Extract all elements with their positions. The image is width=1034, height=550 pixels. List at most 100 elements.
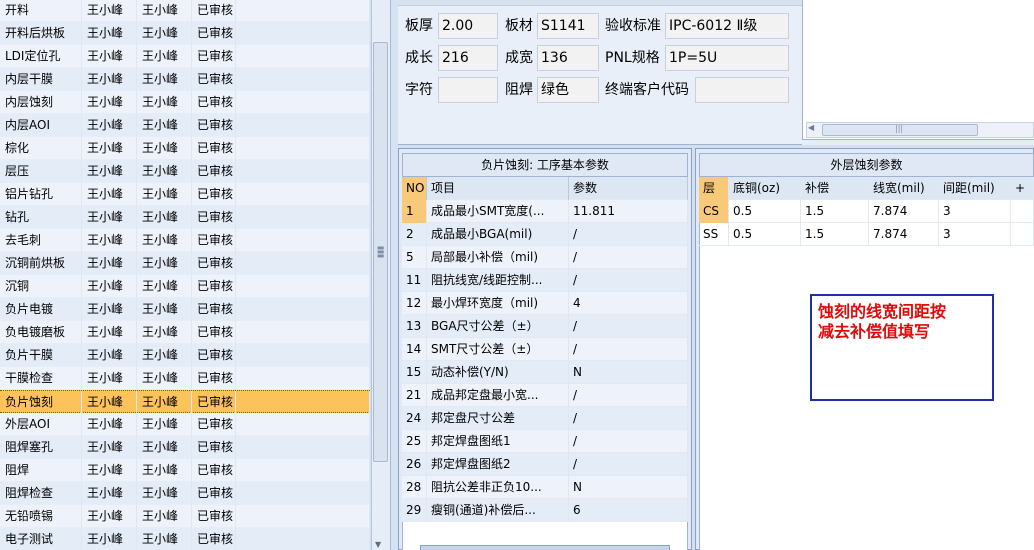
process-empty-cell[interactable] [236,160,370,183]
process-name-cell[interactable]: 层压 [0,160,82,183]
process-user-2-cell[interactable]: 王小峰 [137,367,192,390]
param-item-cell[interactable]: SMT尺寸公差（±） [427,338,569,361]
header-value[interactable]: 参数 [569,177,688,200]
process-row[interactable]: 阻焊检查 王小峰 王小峰 已审核 [0,482,370,505]
param-row[interactable]: 5 局部最小补偿（mil) / [402,246,688,269]
add-column-icon[interactable]: + [1011,177,1034,200]
param-no-cell[interactable]: 15 [402,361,427,384]
process-status-cell[interactable]: 已审核 [192,298,236,321]
etch-line-width-cell[interactable]: 7.874 [869,200,939,223]
process-user-1-cell[interactable]: 王小峰 [82,436,137,459]
material-field[interactable]: S1141 [537,13,599,39]
process-user-1-cell[interactable]: 王小峰 [82,114,137,137]
process-row[interactable]: 电子测试 王小峰 王小峰 已审核 [0,528,370,550]
process-status-cell[interactable]: 已审核 [192,183,236,206]
process-row[interactable]: 开料 王小峰 王小峰 已审核 [0,0,370,22]
process-status-cell[interactable]: 已审核 [192,367,236,390]
param-value-cell[interactable]: / [569,453,688,476]
process-status-cell[interactable]: 已审核 [192,275,236,298]
process-name-cell[interactable]: 阻焊检查 [0,482,82,505]
process-row[interactable]: 负片电镀 王小峰 王小峰 已审核 [0,298,370,321]
param-no-cell[interactable]: 25 [402,430,427,453]
process-status-cell[interactable]: 已审核 [192,206,236,229]
param-row[interactable]: 12 最小焊环宽度（mil) 4 [402,292,688,315]
process-user-2-cell[interactable]: 王小峰 [137,275,192,298]
process-user-1-cell[interactable]: 王小峰 [82,367,137,390]
process-params-hscroll[interactable] [420,545,670,550]
process-name-cell[interactable]: 钻孔 [0,206,82,229]
header-layer[interactable]: 层 [699,177,729,200]
standard-field[interactable]: IPC-6012 Ⅱ级 [665,13,789,39]
process-empty-cell[interactable] [236,298,370,321]
process-user-2-cell[interactable]: 王小峰 [137,252,192,275]
param-row[interactable]: 14 SMT尺寸公差（±） / [402,338,688,361]
process-status-cell[interactable]: 已审核 [192,45,236,68]
param-value-cell[interactable]: / [569,384,688,407]
param-value-cell[interactable]: N [569,476,688,499]
param-item-cell[interactable]: 邦定盘尺寸公差 [427,407,569,430]
process-row[interactable]: 阻焊 王小峰 王小峰 已审核 [0,459,370,482]
param-row[interactable]: 13 BGA尺寸公差（±） / [402,315,688,338]
process-user-2-cell[interactable]: 王小峰 [137,482,192,505]
process-status-cell[interactable]: 已审核 [192,68,236,91]
param-no-cell[interactable]: 26 [402,453,427,476]
process-user-1-cell[interactable]: 王小峰 [82,206,137,229]
process-empty-cell[interactable] [236,367,370,390]
etch-compensation-cell[interactable]: 1.5 [801,223,869,246]
process-status-cell[interactable]: 已审核 [192,482,236,505]
panel-splitter[interactable] [390,0,398,550]
length-field[interactable]: 216 [438,45,498,71]
param-row[interactable]: 25 邦定焊盘图纸1/ [402,430,688,453]
header-line-width[interactable]: 线宽(mil) [869,177,939,200]
process-user-2-cell[interactable]: 王小峰 [137,114,192,137]
thickness-field[interactable]: 2.00 [438,13,498,39]
process-name-cell[interactable]: 开料后烘板 [0,22,82,45]
process-status-cell[interactable]: 已审核 [192,252,236,275]
scroll-down-arrow-icon[interactable]: ▼ [375,540,387,549]
param-no-cell[interactable]: 29 [402,499,427,522]
process-row[interactable]: 沉铜 王小峰 王小峰 已审核 [0,275,370,298]
process-user-1-cell[interactable]: 王小峰 [82,229,137,252]
etch-compensation-cell[interactable]: 1.5 [801,200,869,223]
process-user-1-cell[interactable]: 王小峰 [82,344,137,367]
process-name-cell[interactable]: 负片干膜 [0,344,82,367]
process-name-cell[interactable]: LDI定位孔 [0,45,82,68]
etch-base-copper-cell[interactable]: 0.5 [729,223,801,246]
customer-field[interactable] [695,77,789,103]
process-user-2-cell[interactable]: 王小峰 [137,91,192,114]
process-row[interactable]: 干膜检查 王小峰 王小峰 已审核 [0,367,370,390]
param-item-cell[interactable]: 邦定焊盘图纸1 [427,430,569,453]
process-empty-cell[interactable] [236,68,370,91]
process-name-cell[interactable]: 去毛刺 [0,229,82,252]
param-item-cell[interactable]: 局部最小补偿（mil) [427,246,569,269]
process-row[interactable]: 沉铜前烘板 王小峰 王小峰 已审核 [0,252,370,275]
process-row[interactable]: 负片干膜 王小峰 王小峰 已审核 [0,344,370,367]
param-row[interactable]: 11 阻抗线宽/线距控制... / [402,269,688,292]
param-row[interactable]: 2 成品最小BGA(mil) / [402,223,688,246]
process-status-cell[interactable]: 已审核 [192,91,236,114]
process-row[interactable]: 开料后烘板 王小峰 王小峰 已审核 [0,22,370,45]
param-item-cell[interactable]: 阻抗公差非正负10... [427,476,569,499]
process-row[interactable]: 无铅喷锡 王小峰 王小峰 已审核 [0,505,370,528]
param-row[interactable]: 21 成品邦定盘最小宽... / [402,384,688,407]
process-user-2-cell[interactable]: 王小峰 [137,160,192,183]
process-user-2-cell[interactable]: 王小峰 [137,413,192,436]
process-user-2-cell[interactable]: 王小峰 [137,391,192,414]
process-name-cell[interactable]: 内层AOI [0,114,82,137]
process-empty-cell[interactable] [236,391,370,414]
process-user-1-cell[interactable]: 王小峰 [82,528,137,550]
process-user-1-cell[interactable]: 王小峰 [82,22,137,45]
param-item-cell[interactable]: 邦定焊盘图纸2 [427,453,569,476]
process-status-cell[interactable]: 已审核 [192,321,236,344]
process-row[interactable]: 内层AOI 王小峰 王小峰 已审核 [0,114,370,137]
process-status-cell[interactable]: 已审核 [192,114,236,137]
process-user-2-cell[interactable]: 王小峰 [137,206,192,229]
param-no-cell[interactable]: 14 [402,338,427,361]
process-row[interactable]: 内层干膜 王小峰 王小峰 已审核 [0,68,370,91]
process-user-2-cell[interactable]: 王小峰 [137,436,192,459]
process-name-cell[interactable]: 开料 [0,0,82,22]
header-base-copper[interactable]: 底铜(oz) [729,177,801,200]
process-name-cell[interactable]: 负片蚀刻 [0,391,82,414]
process-empty-cell[interactable] [236,252,370,275]
process-status-cell[interactable]: 已审核 [192,528,236,550]
